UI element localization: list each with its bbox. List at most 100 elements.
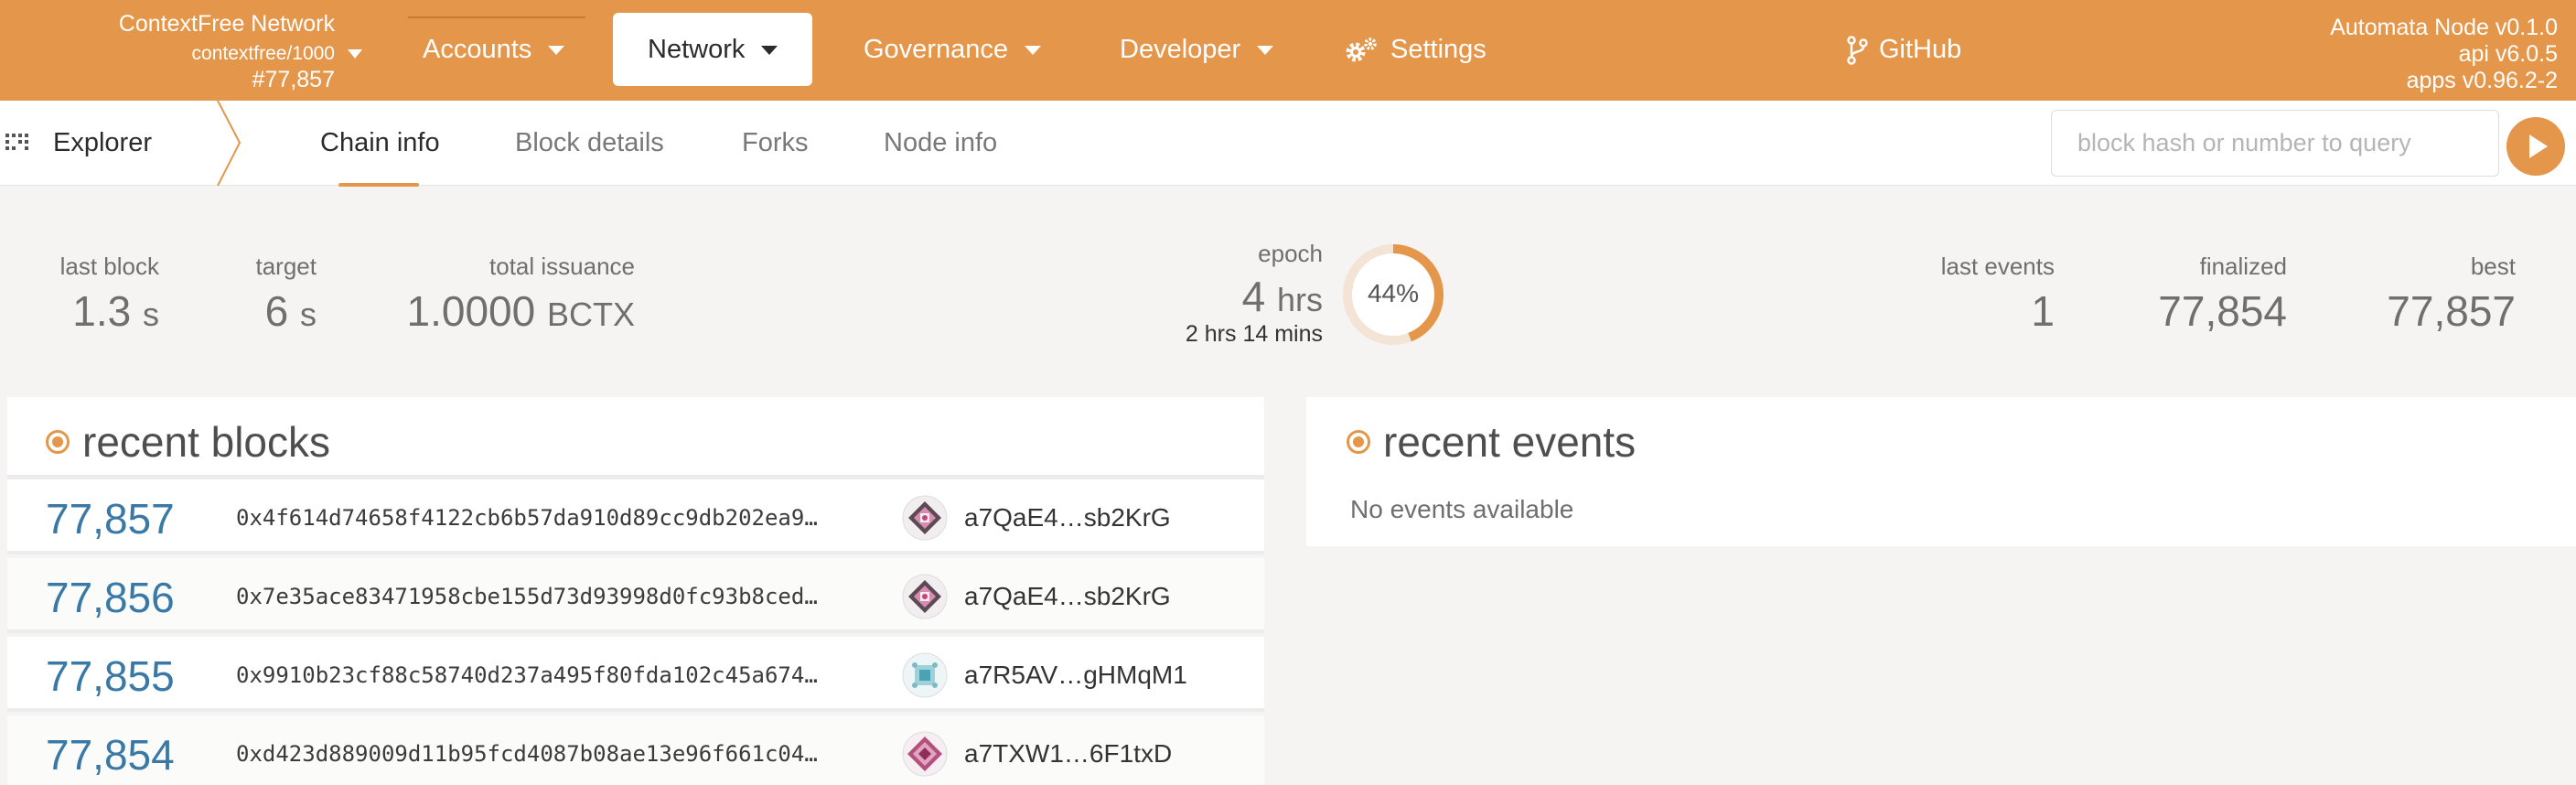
menu-accounts[interactable]: Accounts xyxy=(423,13,565,86)
stat-best: best 77,857 xyxy=(2387,253,2516,336)
recent-blocks-header: recent blocks xyxy=(7,397,1264,479)
tab-forks[interactable]: Forks xyxy=(742,128,809,158)
last-block-unit: s xyxy=(143,296,159,333)
menu-governance-label: Governance xyxy=(864,35,1008,64)
chevron-down-icon xyxy=(548,46,565,56)
section-label: Explorer xyxy=(53,128,152,157)
bullet-icon xyxy=(46,430,70,454)
block-hash: 0xd423d889009d11b95fcd4087b08ae13e96f661… xyxy=(236,741,818,767)
chevron-down-icon xyxy=(761,46,778,56)
menu-github-label: GitHub xyxy=(1879,35,1962,64)
stat-value: 6 s xyxy=(256,286,317,336)
table-row: 77,856 0x7e35ace83471958cbe155d73d93998d… xyxy=(7,558,1264,633)
breadcrumb-chevron-icon xyxy=(217,101,242,186)
identicon[interactable] xyxy=(902,574,948,619)
recent-events-empty: No events available xyxy=(1306,473,2576,546)
block-author[interactable]: a7TXW1…6F1txD xyxy=(964,739,1172,769)
epoch-value: 4 xyxy=(1241,273,1266,320)
stat-last-events: last events 1 xyxy=(1941,253,2055,336)
api-version: api v6.0.5 xyxy=(2458,41,2558,67)
stat-label: epoch xyxy=(1258,240,1323,267)
empty-state-text: No events available xyxy=(1350,495,1574,523)
menu-developer[interactable]: Developer xyxy=(1120,13,1274,86)
table-row: 77,855 0x9910b23cf88c58740d237a495f80fda… xyxy=(7,637,1264,712)
branch-icon xyxy=(1847,36,1868,66)
stat-epoch: epoch 4 hrs 2 hrs 14 mins xyxy=(1186,240,1323,348)
block-author[interactable]: a7R5AV…gHMqM1 xyxy=(964,661,1187,690)
stat-finalized: finalized 77,854 xyxy=(2158,253,2287,336)
stat-target: target 6 s xyxy=(256,253,317,336)
stat-value: 1.0000 BCTX xyxy=(407,286,636,336)
play-icon xyxy=(2529,134,2548,158)
menu-settings[interactable]: Settings xyxy=(1345,13,1487,86)
table-row: 77,857 0x4f614d74658f4122cb6b57da910d89c… xyxy=(7,479,1264,554)
tab-node-info[interactable]: Node info xyxy=(884,128,997,158)
block-number-link[interactable]: 77,857 xyxy=(46,494,175,543)
chain-best-block: #77,857 xyxy=(252,67,335,92)
stat-value: 4 hrs xyxy=(1186,272,1323,321)
gear-icon xyxy=(1346,38,1377,62)
target-value: 6 xyxy=(264,287,289,335)
menu-developer-label: Developer xyxy=(1120,35,1241,64)
stat-label: finalized xyxy=(2199,253,2287,280)
chain-spec: contextfree/1000 xyxy=(191,43,335,64)
stat-total-issuance: total issuance 1.0000 BCTX xyxy=(407,253,636,336)
epoch-mins-unit: mins xyxy=(1274,321,1323,347)
block-number-link[interactable]: 77,856 xyxy=(46,573,175,622)
chevron-down-icon xyxy=(1257,46,1274,56)
stat-label: last block xyxy=(59,253,159,280)
epoch-progress-text: 44% xyxy=(1367,279,1420,307)
tab-block-details[interactable]: Block details xyxy=(515,128,664,158)
stat-label: target xyxy=(255,253,317,280)
chevron-down-icon xyxy=(348,49,362,59)
sub-navigation: Explorer Chain info Block details Forks … xyxy=(0,101,2576,187)
node-name: Automata Node v0.1.0 xyxy=(2330,15,2558,40)
grid-icon xyxy=(5,134,28,150)
block-hash: 0x7e35ace83471958cbe155d73d93998d0fc93b8… xyxy=(236,584,818,609)
node-version-info: Automata Node v0.1.0 api v6.0.5 apps v0.… xyxy=(2330,15,2558,94)
menu-github[interactable]: GitHub xyxy=(1846,13,1961,86)
block-number-link[interactable]: 77,855 xyxy=(46,651,175,701)
menu-governance[interactable]: Governance xyxy=(864,13,1041,86)
chain-name: ContextFree Network xyxy=(118,11,335,37)
menu-accounts-label: Accounts xyxy=(423,35,532,64)
stat-value: 1 xyxy=(2031,287,2055,335)
stat-value: 77,857 xyxy=(2387,287,2516,335)
section-explorer: Explorer xyxy=(0,101,242,186)
block-hash: 0x4f614d74658f4122cb6b57da910d89cc9db202… xyxy=(236,505,818,531)
active-tab-indicator xyxy=(338,183,419,187)
identicon[interactable] xyxy=(902,495,948,541)
table-row: 77,854 0xd423d889009d11b95fcd4087b08ae13… xyxy=(7,715,1264,785)
bullet-icon xyxy=(1347,430,1370,454)
identicon[interactable] xyxy=(902,652,948,698)
menu-network[interactable]: Network xyxy=(613,13,813,86)
last-block-value: 1.3 xyxy=(72,287,132,335)
block-search-input[interactable] xyxy=(2051,110,2499,177)
recent-events-header: recent events xyxy=(1306,397,2576,479)
block-hash: 0x9910b23cf88c58740d237a495f80fda102c45a… xyxy=(236,662,818,688)
top-menu-bar: ContextFree Network contextfree/1000 #77… xyxy=(0,0,2576,101)
issuance-value: 1.0000 xyxy=(406,287,536,335)
target-unit: s xyxy=(300,296,317,333)
recent-blocks-title: recent blocks xyxy=(82,418,331,466)
stat-label: total issuance xyxy=(489,253,635,280)
chain-selector[interactable]: ContextFree Network contextfree/1000 #77… xyxy=(0,11,362,93)
stat-value: 1.3 s xyxy=(60,286,159,336)
recent-events-title: recent events xyxy=(1383,418,1637,466)
tab-chain-info[interactable]: Chain info xyxy=(320,128,440,158)
apps-version: apps v0.96.2-2 xyxy=(2406,68,2558,93)
block-author[interactable]: a7QaE4…sb2KrG xyxy=(964,582,1171,611)
identicon[interactable] xyxy=(902,731,948,777)
epoch-hrs-unit: hrs xyxy=(1204,321,1237,347)
block-number-link[interactable]: 77,854 xyxy=(46,730,175,780)
menu-settings-label: Settings xyxy=(1390,35,1487,64)
epoch-remaining-mins: 14 xyxy=(1242,321,1269,347)
menu-network-label: Network xyxy=(648,35,746,64)
stat-last-block: last block 1.3 s xyxy=(60,253,159,336)
search-go-button[interactable] xyxy=(2506,117,2565,176)
stat-label: last events xyxy=(1940,253,2055,280)
block-author[interactable]: a7QaE4…sb2KrG xyxy=(964,503,1171,532)
stat-value: 77,854 xyxy=(2158,287,2287,335)
stat-label: best xyxy=(2470,253,2516,280)
epoch-unit: hrs xyxy=(1276,281,1323,318)
